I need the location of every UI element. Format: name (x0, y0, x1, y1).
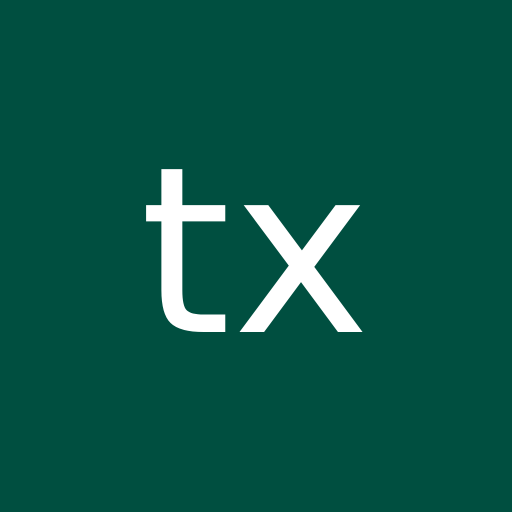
avatar-initials: tx (139, 117, 373, 387)
avatar: tx (0, 0, 512, 512)
